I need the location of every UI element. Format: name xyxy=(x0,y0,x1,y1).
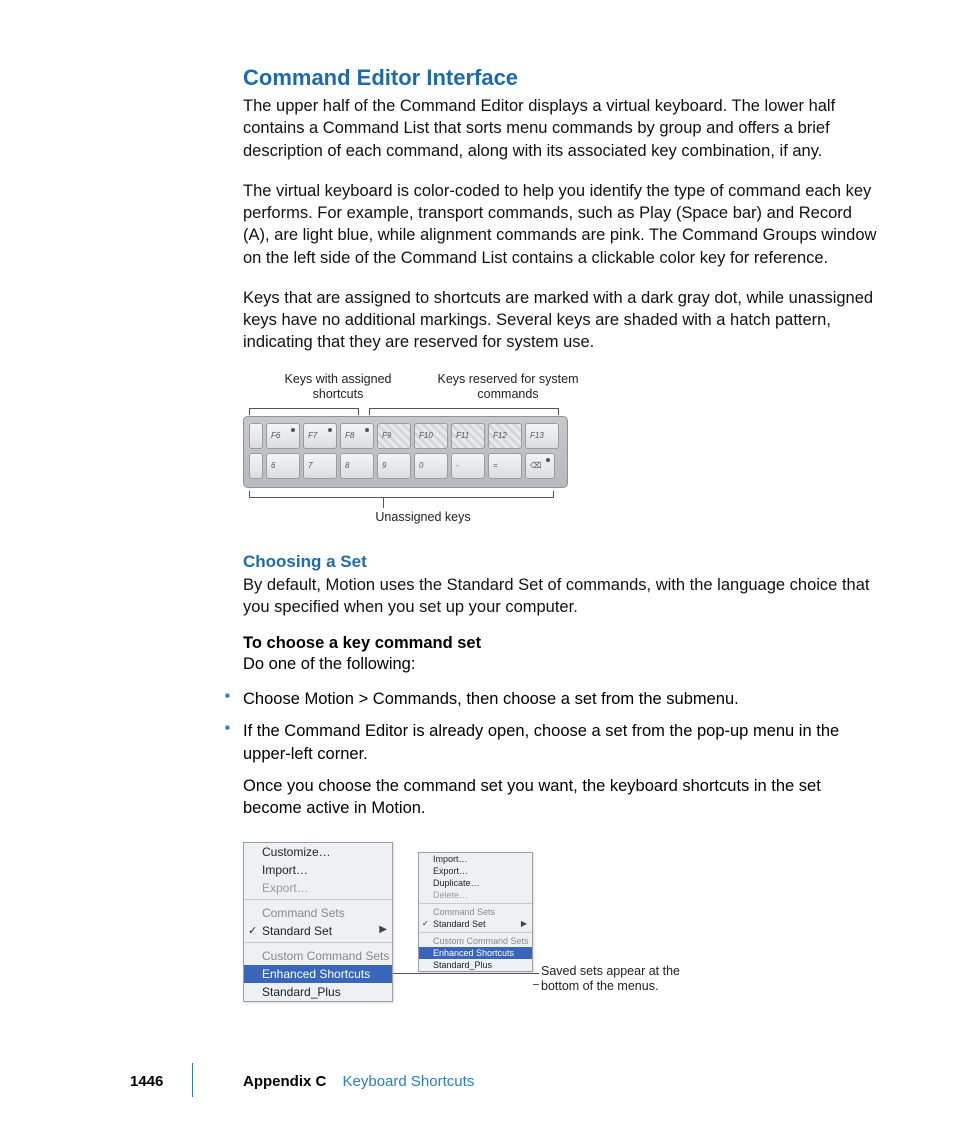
menu-separator xyxy=(244,899,392,900)
menu-separator xyxy=(419,903,532,904)
menu-figure: Customize… Import… Export… Command Sets … xyxy=(243,842,663,1002)
menu-item-standard-set[interactable]: ✓ Standard Set ▶ xyxy=(419,918,532,930)
paragraph-1: The upper half of the Command Editor dis… xyxy=(243,95,883,162)
key-0: 0 xyxy=(414,453,448,479)
check-icon: ✓ xyxy=(248,924,257,937)
chevron-right-icon: ▶ xyxy=(379,924,387,935)
menu-popup-large: Customize… Import… Export… Command Sets … xyxy=(243,842,393,1002)
menu-separator xyxy=(244,942,392,943)
key-f7: F7 xyxy=(303,423,337,449)
paragraph-3: Keys that are assigned to shortcuts are … xyxy=(243,287,883,354)
key-minus: - xyxy=(451,453,485,479)
menu-popup-small: Import… Export… Duplicate… Delete… Comma… xyxy=(418,852,533,972)
menu-item-standard-plus[interactable]: Standard_Plus xyxy=(244,983,392,1001)
section-heading: Command Editor Interface xyxy=(243,65,883,91)
chevron-right-icon: ▶ xyxy=(521,919,527,928)
menu-item-export[interactable]: Export… xyxy=(419,865,532,877)
keyboard-figure: Keys with assigned shortcuts Keys reserv… xyxy=(243,372,603,532)
virtual-keyboard: F6 F7 F8 F9 F10 F11 F12 F13 6 7 8 9 0 - … xyxy=(243,416,568,488)
key-8: 8 xyxy=(340,453,374,479)
menu-item-delete: Delete… xyxy=(419,889,532,901)
key-f10: F10 xyxy=(414,423,448,449)
subheading-choosing: Choosing a Set xyxy=(243,552,883,572)
menu-item-customize[interactable]: Customize… xyxy=(244,843,392,861)
bullet-list: Choose Motion > Commands, then choose a … xyxy=(225,688,883,765)
menu-header-cmdset: Command Sets xyxy=(419,906,532,918)
callout-line-icon xyxy=(393,973,539,974)
menu-header-cmdset: Command Sets xyxy=(244,902,392,922)
kbd-anno-unassigned: Unassigned keys xyxy=(363,510,483,525)
menu-item-label: Standard Set xyxy=(262,924,332,938)
callout-line-icon xyxy=(533,984,539,985)
bracket-tick-icon xyxy=(383,498,384,508)
key-7: 7 xyxy=(303,453,337,479)
check-icon: ✓ xyxy=(422,919,429,928)
key-f9: F9 xyxy=(377,423,411,449)
page-number: 1446 xyxy=(130,1073,163,1090)
key-f12: F12 xyxy=(488,423,522,449)
menu-item-enhanced[interactable]: Enhanced Shortcuts xyxy=(244,965,392,983)
paragraph-after-list: Once you choose the command set you want… xyxy=(243,775,883,820)
menu-item-import[interactable]: Import… xyxy=(419,853,532,865)
menu-separator xyxy=(419,932,532,933)
key-6: 6 xyxy=(266,453,300,479)
paragraph-4: By default, Motion uses the Standard Set… xyxy=(243,574,883,619)
key-f13: F13 xyxy=(525,423,559,449)
menu-caption: Saved sets appear at the bottom of the m… xyxy=(541,964,701,995)
menu-item-standard-set[interactable]: ✓ Standard Set ▶ xyxy=(244,922,392,940)
key xyxy=(249,423,263,449)
kbd-anno-assigned: Keys with assigned shortcuts xyxy=(263,372,413,402)
footer-title: Keyboard Shortcuts xyxy=(343,1073,475,1090)
menu-item-import[interactable]: Import… xyxy=(244,861,392,879)
key-backspace: ⌫ xyxy=(525,453,555,479)
task-intro: Do one of the following: xyxy=(243,655,883,674)
menu-item-export: Export… xyxy=(244,879,392,897)
key-f6: F6 xyxy=(266,423,300,449)
kbd-anno-reserved: Keys reserved for system commands xyxy=(433,372,583,402)
bracket-icon xyxy=(249,492,554,498)
menu-item-label: Standard Set xyxy=(433,919,486,929)
key xyxy=(249,453,263,479)
key-f11: F11 xyxy=(451,423,485,449)
footer-appendix: Appendix C xyxy=(243,1073,326,1090)
footer-divider xyxy=(192,1063,193,1097)
bullet-item: If the Command Editor is already open, c… xyxy=(225,720,883,765)
bracket-icon xyxy=(369,408,559,414)
menu-item-duplicate[interactable]: Duplicate… xyxy=(419,877,532,889)
key-f8: F8 xyxy=(340,423,374,449)
bullet-item: Choose Motion > Commands, then choose a … xyxy=(225,688,883,710)
menu-item-enhanced[interactable]: Enhanced Shortcuts xyxy=(419,947,532,959)
menu-header-custom: Custom Command Sets xyxy=(244,945,392,965)
bracket-icon xyxy=(249,408,359,414)
task-heading: To choose a key command set xyxy=(243,634,883,653)
key-equals: = xyxy=(488,453,522,479)
key-9: 9 xyxy=(377,453,411,479)
menu-item-standard-plus[interactable]: Standard_Plus xyxy=(419,959,532,971)
menu-header-custom: Custom Command Sets xyxy=(419,935,532,947)
paragraph-2: The virtual keyboard is color-coded to h… xyxy=(243,180,883,269)
